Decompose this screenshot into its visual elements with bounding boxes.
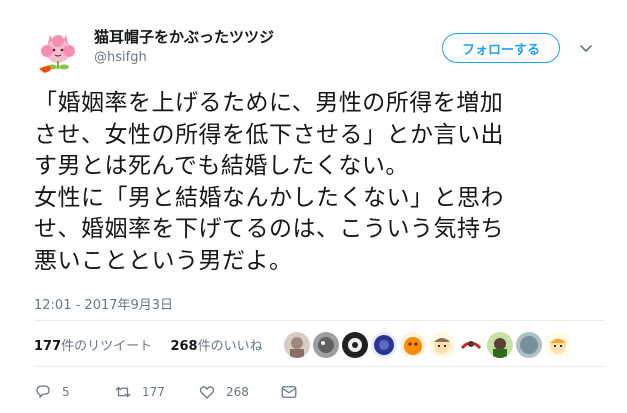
reply-icon (36, 385, 50, 398)
liker-avatar[interactable] (313, 332, 339, 358)
liker-avatar[interactable] (487, 332, 513, 358)
like-stat-count: 268 (170, 339, 198, 354)
liker-avatar[interactable] (342, 332, 368, 358)
like-stat-label: 件のいいね (197, 339, 263, 354)
retweet-count: 177 (142, 385, 165, 399)
tweet-actions: 5 177 268 (34, 382, 434, 402)
tweet-text-line: 女性に「男と結婚なんかしたくない」と思わ (34, 184, 504, 211)
liker-avatar[interactable] (516, 332, 542, 358)
reply-button[interactable]: 5 (34, 382, 70, 402)
retweet-icon (115, 386, 131, 398)
avatar[interactable] (33, 27, 83, 77)
liker-avatar[interactable] (400, 332, 426, 358)
tweet-text-line: す男とは死んでも結婚したくない。 (34, 153, 409, 179)
display-name[interactable]: 猫耳帽子をかぶったツツジ (94, 26, 274, 47)
engagement-stats: 177件のリツイート 268件のいいね (34, 335, 263, 354)
dm-icon (281, 386, 297, 398)
liker-avatar[interactable] (371, 332, 397, 358)
retweet-stat[interactable]: 177件のリツイート (34, 339, 152, 354)
divider (34, 366, 604, 367)
user-handle[interactable]: @hsifgh (94, 50, 147, 65)
liker-avatar[interactable] (545, 332, 571, 358)
retweet-stat-label: 件のリツイート (61, 339, 153, 354)
like-stat[interactable]: 268件のいいね (170, 339, 262, 354)
tweet-card: 猫耳帽子をかぶったツツジ @hsifgh フォローする 「婚姻率を上げるために、… (0, 0, 627, 413)
tweet-text: 「婚姻率を上げるために、男性の所得を増加 させ、女性の所得を低下させる」とか言い… (34, 88, 604, 277)
direct-message-button[interactable] (280, 382, 298, 402)
divider (34, 320, 604, 321)
like-icon (199, 386, 215, 399)
retweet-button[interactable]: 177 (114, 382, 165, 402)
tweet-text-line: 悪いことという男だよ。 (34, 247, 293, 274)
avatar-image (33, 27, 83, 77)
tweet-text-line: せ、婚姻率を下げてるのは、こういう気持ち (34, 216, 504, 242)
tweet-text-line: 「婚姻率を上げるために、男性の所得を増加 (34, 90, 504, 116)
liker-avatar[interactable] (458, 332, 484, 358)
tweet-timestamp[interactable]: 12:01 - 2017年9月3日 (34, 294, 173, 313)
liker-avatar[interactable] (284, 332, 310, 358)
like-button[interactable]: 268 (198, 382, 249, 402)
liker-avatar[interactable] (429, 332, 455, 358)
caret-down-icon[interactable] (578, 40, 594, 56)
reply-count: 5 (62, 385, 70, 399)
tweet-text-line: させ、女性の所得を低下させる」とか言い出 (34, 121, 504, 148)
follow-button[interactable]: フォローする (442, 33, 560, 63)
retweet-stat-count: 177 (34, 339, 62, 354)
like-count: 268 (226, 385, 249, 399)
